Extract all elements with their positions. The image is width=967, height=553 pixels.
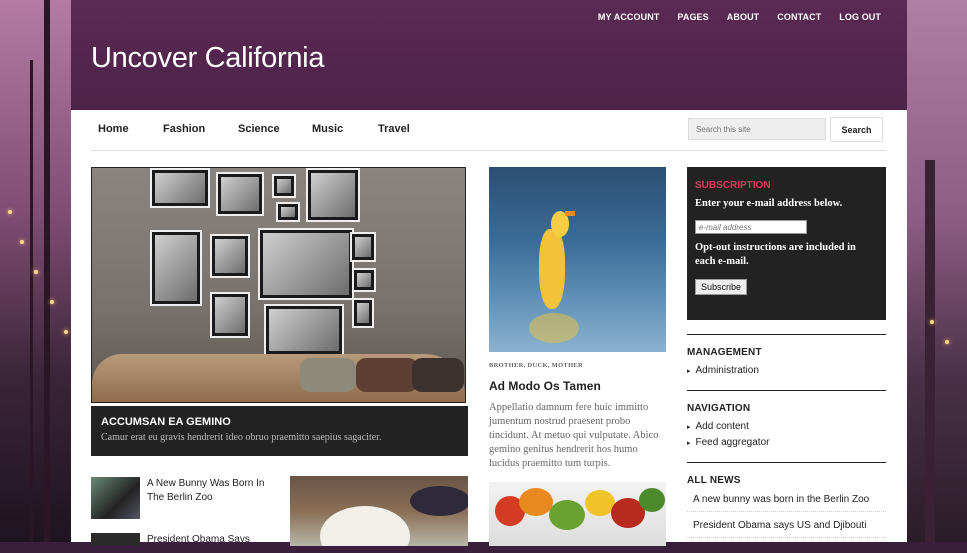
nav-item-music[interactable]: Music <box>312 123 343 135</box>
sidebar-link-add-content[interactable]: ▸ Add content <box>687 421 886 432</box>
nav-item-science[interactable]: Science <box>238 123 280 135</box>
background-skyline-right <box>905 0 967 542</box>
post-title[interactable]: A New Bunny Was Born In The Berlin Zoo <box>147 477 282 505</box>
email-field[interactable] <box>695 220 807 234</box>
management-block: MANAGEMENT ▸ Administration <box>687 334 886 376</box>
all-news-block: ALL NEWS A new bunny was born in the Ber… <box>687 462 886 538</box>
navigation-block: NAVIGATION ▸ Add content ▸ Feed aggregat… <box>687 390 886 448</box>
navigation-heading: NAVIGATION <box>687 403 751 414</box>
list-item[interactable]: A New Bunny Was Born In The Berlin Zoo <box>91 477 281 521</box>
triangle-right-icon: ▸ <box>687 423 691 431</box>
triangle-right-icon: ▸ <box>687 439 691 447</box>
management-heading: MANAGEMENT <box>687 347 762 358</box>
top-nav-contact[interactable]: CONTACT <box>777 12 821 22</box>
subscribe-button[interactable]: Subscribe <box>695 278 748 295</box>
site-title[interactable]: Uncover California <box>91 42 324 75</box>
top-nav-pages[interactable]: PAGES <box>677 12 708 22</box>
link-label: Feed aggregator <box>695 437 770 448</box>
content-area: Home Fashion Science Music Travel Search <box>71 110 907 546</box>
top-nav-about[interactable]: ABOUT <box>727 12 760 22</box>
list-item[interactable]: President Obama Says <box>91 533 281 553</box>
sidebar-link-administration[interactable]: ▸ Administration <box>687 365 886 376</box>
news-item[interactable]: President Obama says US and Djibouti <box>687 512 886 538</box>
top-nav-log-out[interactable]: LOG OUT <box>839 12 881 22</box>
post-image-food[interactable] <box>290 476 468 546</box>
post-thumbnail[interactable] <box>91 477 140 519</box>
subscription-heading: SUBSCRIPTION <box>695 180 771 191</box>
nav-item-home[interactable]: Home <box>98 123 129 135</box>
all-news-heading: ALL NEWS <box>687 475 741 486</box>
search-input[interactable] <box>688 118 826 140</box>
search-button[interactable]: Search <box>830 117 883 142</box>
main-navigation: Home Fashion Science Music Travel Search <box>91 110 886 151</box>
link-label: Add content <box>695 421 749 432</box>
subscription-prompt: Enter your e-mail address below. <box>695 198 843 209</box>
post-thumbnail[interactable] <box>91 533 140 545</box>
featured-post: ACCUMSAN EA GEMINO Camur erat eu gravis … <box>91 167 468 456</box>
top-navigation: MY ACCOUNT PAGES ABOUT CONTACT LOG OUT <box>580 12 881 22</box>
post-image-duck[interactable] <box>489 167 666 352</box>
site-header: MY ACCOUNT PAGES ABOUT CONTACT LOG OUT U… <box>71 0 907 110</box>
subscription-box: SUBSCRIPTION Enter your e-mail address b… <box>687 167 886 320</box>
post-tags[interactable]: BROTHER, DUCK, MOTHER <box>489 362 666 369</box>
post-excerpt: Appellatio damnum fere huic immitto jume… <box>489 402 659 469</box>
post-title[interactable]: Ad Modo Os Tamen <box>489 379 666 393</box>
post-image-vegetables[interactable] <box>489 482 666 546</box>
sidebar: SUBSCRIPTION Enter your e-mail address b… <box>687 167 886 538</box>
top-nav-my-account[interactable]: MY ACCOUNT <box>598 12 660 22</box>
featured-excerpt: Camur erat eu gravis hendrerit ideo obru… <box>101 432 382 443</box>
featured-image[interactable] <box>91 167 466 403</box>
middle-post: BROTHER, DUCK, MOTHER Ad Modo Os Tamen A… <box>489 167 666 471</box>
featured-caption: ACCUMSAN EA GEMINO Camur erat eu gravis … <box>91 406 468 456</box>
featured-title[interactable]: ACCUMSAN EA GEMINO <box>101 416 458 428</box>
link-label: Administration <box>695 365 759 376</box>
triangle-right-icon: ▸ <box>687 367 691 375</box>
nav-item-fashion[interactable]: Fashion <box>163 123 205 135</box>
optout-text: Opt-out instructions are included in eac… <box>695 241 856 267</box>
sidebar-link-feed-aggregator[interactable]: ▸ Feed aggregator <box>687 437 886 448</box>
nav-item-travel[interactable]: Travel <box>378 123 410 135</box>
news-item[interactable]: A new bunny was born in the Berlin Zoo <box>687 486 886 512</box>
post-title[interactable]: President Obama Says <box>147 533 282 547</box>
